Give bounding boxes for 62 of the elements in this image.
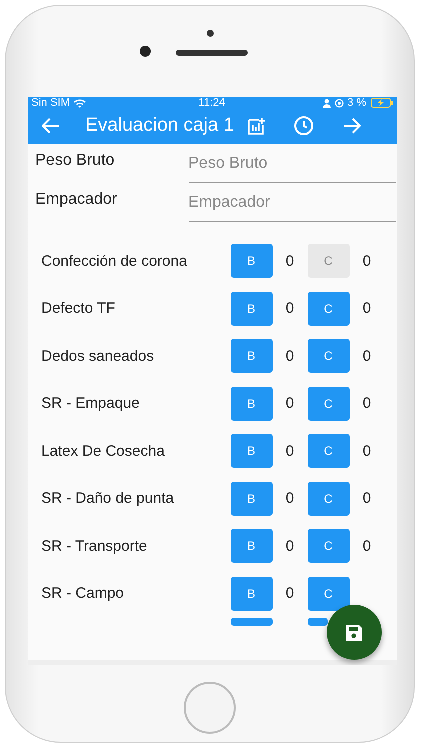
save-icon: [344, 622, 364, 642]
defect-label: SR - Empaque: [42, 395, 141, 412]
count-text: 0: [284, 252, 296, 270]
c-button[interactable]: C: [308, 482, 350, 516]
field-label: Peso Bruto: [36, 152, 116, 170]
count-text: 0: [362, 252, 372, 270]
count-text: 0: [362, 442, 372, 460]
defect-label: Dedos saneados: [42, 348, 156, 365]
defect-label: Confección de corona: [42, 252, 188, 270]
save-button[interactable]: [326, 605, 382, 660]
defect-label: Latex De Cosecha: [42, 442, 166, 460]
count-text: 0: [362, 538, 372, 555]
count-text: 0: [284, 585, 296, 602]
chart-add-button[interactable]: [248, 117, 266, 136]
lock-rotation-icon: [334, 98, 344, 108]
c-button[interactable]: C: [308, 292, 350, 326]
field-label: Empacador: [36, 190, 118, 210]
clock-text: 11:24: [198, 97, 226, 109]
count-text: 0: [362, 300, 372, 318]
person-icon: [322, 98, 331, 108]
battery-charging-icon: [370, 98, 392, 108]
b-button[interactable]: B: [230, 339, 272, 374]
input-field[interactable]: Empacador: [188, 184, 396, 222]
b-button[interactable]: B: [230, 576, 272, 611]
count-text: 0: [284, 442, 296, 460]
b-button[interactable]: B: [230, 529, 272, 564]
defect-label: SR - Campo: [42, 585, 126, 602]
b-button[interactable]: B: [230, 482, 272, 516]
carrier-text: Sin SIM: [32, 97, 70, 109]
count-text: 0: [284, 395, 296, 412]
count-text: 0: [362, 395, 372, 412]
b-button[interactable]: B: [230, 244, 272, 278]
battery-text: 3 %: [348, 97, 366, 109]
b-button[interactable]: B: [230, 434, 272, 468]
back-button[interactable]: [42, 118, 60, 134]
count-text: 0: [284, 300, 296, 318]
app-bar-title: Evaluacion caja 1: [86, 115, 234, 138]
count-text: 0: [362, 348, 372, 365]
c-button[interactable]: [308, 618, 328, 626]
c-button[interactable]: C: [308, 434, 350, 468]
b-button[interactable]: B: [230, 386, 272, 421]
wifi-icon: [74, 98, 86, 108]
b-button[interactable]: B: [230, 292, 272, 326]
count-text: 0: [362, 490, 372, 508]
speaker-icon: [176, 50, 248, 56]
input-field[interactable]: Peso Bruto: [188, 146, 396, 182]
camera-icon: [140, 46, 151, 57]
defect-label: SR - Transporte: [42, 538, 148, 555]
count-text: 0: [284, 538, 296, 555]
count-text: 0: [284, 490, 296, 508]
home-button[interactable]: [184, 682, 236, 734]
c-button[interactable]: C: [308, 529, 350, 564]
c-button[interactable]: C: [308, 576, 350, 611]
history-button[interactable]: [294, 116, 314, 136]
count-text: 0: [284, 348, 296, 365]
c-button[interactable]: C: [308, 386, 350, 421]
sensor-icon: [207, 30, 214, 37]
b-button[interactable]: [230, 618, 272, 626]
defect-label: SR - Daño de punta: [42, 490, 176, 508]
forward-button[interactable]: [343, 118, 362, 134]
c-button[interactable]: C: [308, 339, 350, 374]
defect-label: Defecto TF: [42, 300, 116, 318]
